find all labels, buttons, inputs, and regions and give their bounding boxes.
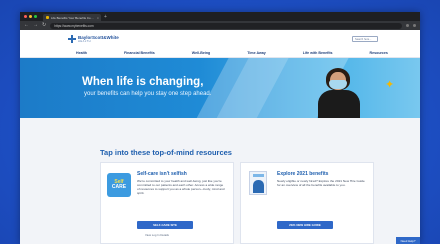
main-nav: Health Financial Benefits Well-Being Tim… (20, 48, 420, 58)
address-bar-row: ← → ↻ https://www.mybenefits.com (20, 21, 420, 30)
window-controls (24, 15, 37, 18)
chat-help-button[interactable]: Need Help? (396, 237, 420, 244)
site-logo[interactable]: BaylorScott&White HEALTH (68, 35, 119, 43)
close-window-button[interactable] (24, 15, 27, 18)
hero-subtitle: your benefits can help you stay one step… (84, 91, 212, 97)
resources-section: Tap into these top-of-mind resources Sel… (20, 118, 420, 244)
card-heading: Explore 2021 benefits (277, 171, 329, 177)
browser-tab[interactable]: Life Benefits Your Benefits Co… × (43, 14, 101, 21)
tab-title: Life Benefits Your Benefits Co… (51, 15, 94, 20)
cross-logo-icon (68, 35, 76, 43)
card-body: Newly eligible or newly hired? Explore t… (277, 179, 365, 188)
resources-title: Tap into these top-of-mind resources (100, 148, 232, 157)
nav-item-financial-benefits[interactable]: Financial Benefits (124, 51, 155, 55)
new-hire-guide-button[interactable]: 2021 NEW HIRE GUIDE (277, 221, 333, 229)
url-field[interactable]: https://www.mybenefits.com (50, 22, 402, 29)
new-tab-button[interactable]: + (104, 14, 107, 20)
site-header: BaylorScott&White HEALTH Search here... (20, 30, 420, 48)
profile-icon[interactable] (413, 24, 416, 27)
resource-card-benefits: Explore 2021 benefits Newly eligible or … (240, 162, 374, 244)
browser-window: Life Benefits Your Benefits Co… × + ← → … (20, 12, 420, 244)
nav-item-well-being[interactable]: Well-Being (192, 51, 211, 55)
back-icon[interactable]: ← (24, 23, 29, 28)
resource-card-self-care: Self CARE Self-care isn't selfish We're … (100, 162, 234, 244)
minimize-window-button[interactable] (29, 15, 32, 18)
self-care-site-button[interactable]: SELF-CARE SITE (137, 221, 193, 229)
search-placeholder: Search here... (355, 37, 372, 41)
browser-tab-bar: Life Benefits Your Benefits Co… × + (20, 12, 420, 21)
search-input[interactable]: Search here... (352, 36, 378, 42)
nav-item-health[interactable]: Health (76, 51, 87, 55)
star-badge-icon: ✦ (385, 79, 395, 91)
extension-icon[interactable] (406, 24, 409, 27)
url-text: https://www.mybenefits.com (54, 23, 94, 28)
hero-title: When life is changing, (82, 76, 204, 88)
hero-person-image (310, 66, 370, 118)
self-care-logo-line2: CARE (111, 184, 127, 190)
logo-subtitle: HEALTH (78, 40, 92, 43)
card-body: We're committed to your health and well-… (137, 179, 225, 196)
nav-item-time-away[interactable]: Time Away (247, 51, 266, 55)
chat-help-label: Need Help? (400, 238, 416, 243)
card-heading: Self-care isn't selfish (137, 171, 187, 177)
forward-icon[interactable]: → (33, 23, 38, 28)
favicon-icon (46, 16, 49, 19)
hero-banner: When life is changing, your benefits can… (20, 58, 420, 118)
login-details-link[interactable]: View Log In Details (145, 233, 169, 237)
new-hire-guide-cover-icon (249, 171, 267, 195)
maximize-window-button[interactable] (34, 15, 37, 18)
reload-icon[interactable]: ↻ (42, 23, 46, 28)
nav-item-resources[interactable]: Resources (370, 51, 388, 55)
nav-item-life-with-benefits[interactable]: Life with Benefits (303, 51, 333, 55)
tab-close-icon[interactable]: × (97, 16, 99, 20)
self-care-logo-icon: Self CARE (107, 173, 131, 197)
